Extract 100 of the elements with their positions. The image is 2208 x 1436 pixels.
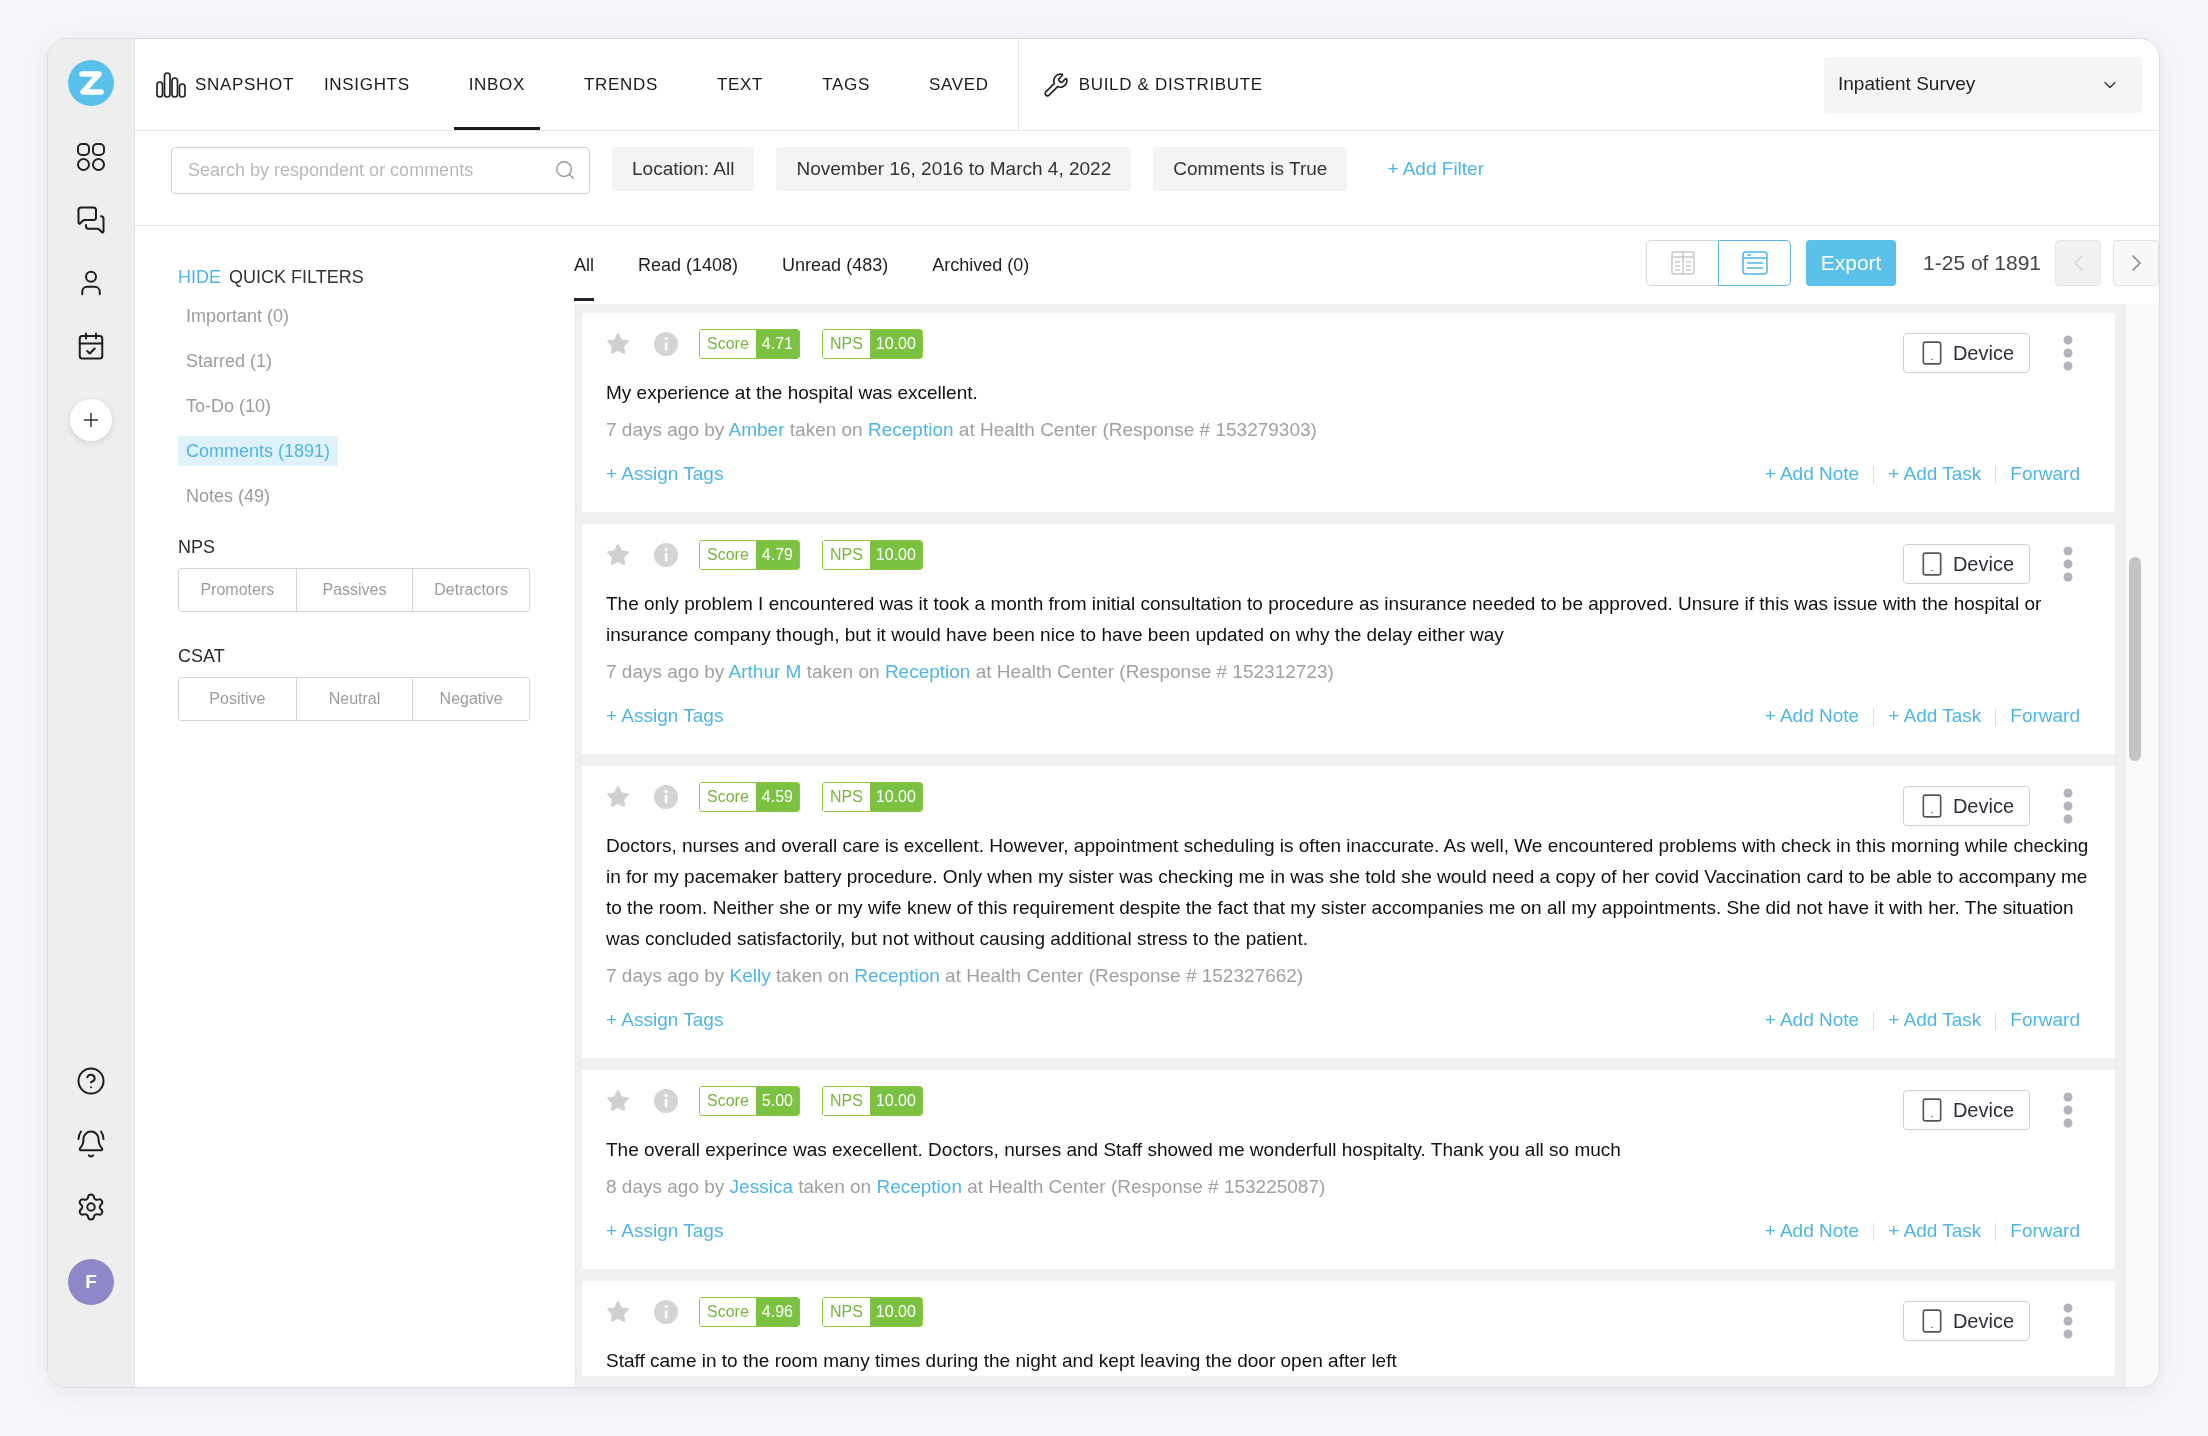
more-options-icon[interactable] — [2063, 788, 2073, 824]
info-icon[interactable] — [654, 1300, 678, 1324]
help-icon[interactable] — [76, 1066, 106, 1096]
add-button[interactable] — [70, 399, 112, 441]
respondent-link[interactable]: Kelly — [729, 965, 771, 986]
quick-filter-item[interactable]: Notes (49) — [178, 481, 279, 511]
next-page-button[interactable] — [2113, 240, 2159, 286]
nav-tab[interactable]: TEXT — [702, 39, 779, 130]
nav-tab[interactable]: INSIGHTS — [308, 39, 425, 130]
response-meta: 8 days ago by Jessica taken on Reception at Health Center (Response # 153225087) — [606, 1175, 1327, 1199]
forward-link[interactable]: Forward — [2010, 1006, 2080, 1035]
badge-value: 4.96 — [755, 1298, 799, 1326]
channel-link[interactable]: Reception — [868, 419, 954, 440]
filter-chip[interactable]: Comments is True — [1153, 147, 1348, 191]
bell-icon[interactable] — [76, 1129, 106, 1159]
add-note-link[interactable]: + Add Note — [1764, 1006, 1860, 1035]
forward-link[interactable]: Forward — [2010, 702, 2080, 731]
badge-value: 10.00 — [869, 783, 922, 811]
add-task-link[interactable]: + Add Task — [1888, 1217, 1982, 1246]
star-icon[interactable] — [606, 543, 630, 567]
quick-filter-item[interactable]: Comments (1891) — [178, 436, 339, 466]
survey-dropdown[interactable]: Inpatient Survey — [1824, 56, 2142, 113]
info-icon[interactable] — [654, 332, 678, 356]
filter-chip[interactable]: Location: All — [612, 147, 755, 191]
star-icon[interactable] — [606, 332, 630, 356]
export-button[interactable]: Export — [1806, 240, 1897, 286]
segment-button[interactable]: Negative — [412, 678, 529, 720]
filter-chip[interactable]: November 16, 2016 to March 4, 2022 — [776, 147, 1132, 191]
wrench-icon — [1042, 71, 1069, 98]
respondent-link[interactable]: Amber — [728, 419, 785, 440]
response-meta: 7 days ago by Kelly taken on Reception at Health Center (Response # 152327662) — [606, 964, 1305, 988]
respondent-link[interactable]: Arthur M — [728, 661, 802, 682]
forward-link[interactable]: Forward — [2010, 460, 2080, 489]
more-options-icon[interactable] — [2063, 1092, 2073, 1128]
forward-link[interactable]: Forward — [2010, 1217, 2080, 1246]
device-button[interactable]: Device — [1903, 333, 2030, 373]
info-icon[interactable] — [654, 543, 678, 567]
assign-tags-link[interactable]: + Assign Tags — [606, 1217, 724, 1246]
read-status-tab[interactable]: Unread (483) — [782, 226, 889, 301]
list-view-icon — [1741, 251, 1768, 275]
quick-filter-item[interactable]: Starred (1) — [178, 346, 281, 376]
search-icon — [554, 159, 576, 181]
add-task-link[interactable]: + Add Task — [1888, 1006, 1982, 1035]
device-button[interactable]: Device — [1903, 1301, 2030, 1341]
chat-bubbles-icon[interactable] — [76, 205, 106, 235]
info-icon[interactable] — [654, 1089, 678, 1113]
nav-tab[interactable]: INBOX — [453, 39, 540, 130]
build-distribute-link[interactable]: BUILD & DISTRIBUTE — [1018, 39, 1263, 130]
assign-tags-link[interactable]: + Assign Tags — [606, 460, 724, 489]
add-filter-link[interactable]: + Add Filter — [1387, 147, 1484, 191]
read-status-tab[interactable]: All — [574, 226, 594, 301]
user-avatar[interactable]: F — [68, 1259, 114, 1305]
channel-link[interactable]: Reception — [854, 965, 940, 986]
device-button[interactable]: Device — [1903, 786, 2030, 826]
view-toggle-button[interactable] — [1646, 240, 1720, 286]
device-button[interactable]: Device — [1903, 544, 2030, 584]
more-options-icon[interactable] — [2063, 546, 2073, 582]
channel-link[interactable]: Reception — [876, 1176, 962, 1197]
search-field[interactable]: Search by respondent or comments — [171, 147, 590, 194]
read-status-tab[interactable]: Archived (0) — [932, 226, 1030, 301]
nav-tab[interactable]: SNAPSHOT — [141, 39, 294, 130]
section-label: NPS — [178, 535, 216, 559]
star-icon[interactable] — [606, 1300, 630, 1324]
add-note-link[interactable]: + Add Note — [1764, 460, 1860, 489]
info-icon[interactable] — [654, 785, 678, 809]
quick-filter-item[interactable]: To-Do (10) — [178, 391, 280, 421]
calendar-check-icon[interactable] — [76, 331, 106, 361]
section-label: CSAT — [178, 644, 226, 668]
add-task-link[interactable]: + Add Task — [1888, 702, 1982, 731]
assign-tags-link[interactable]: + Assign Tags — [606, 1006, 724, 1035]
logo-icon[interactable] — [68, 60, 114, 106]
star-icon[interactable] — [606, 785, 630, 809]
quick-filter-item[interactable]: Important (0) — [178, 301, 298, 331]
settings-icon[interactable] — [76, 1192, 106, 1222]
comment-text: My experience at the hospital was excellent. — [606, 381, 979, 405]
segment-button[interactable]: Detractors — [412, 569, 529, 611]
add-note-link[interactable]: + Add Note — [1764, 1217, 1860, 1246]
read-status-tab[interactable]: Read (1408) — [638, 226, 739, 301]
grid-icon[interactable] — [76, 142, 106, 172]
add-note-link[interactable]: + Add Note — [1764, 702, 1860, 731]
pagination-range: 1-25 of 1891 — [1923, 250, 2041, 277]
channel-link[interactable]: Reception — [884, 661, 971, 682]
nav-tab[interactable]: TAGS — [807, 39, 885, 130]
more-options-icon[interactable] — [2063, 1303, 2073, 1339]
respondent-link[interactable]: Jessica — [729, 1176, 793, 1197]
scrollbar-thumb[interactable] — [2129, 557, 2141, 761]
response-meta: 7 days ago by Arthur M taken on Reception at Health Center (Response # 152312723) — [606, 660, 1335, 684]
view-toggle-button[interactable] — [1718, 240, 1792, 286]
assign-tags-link[interactable]: + Assign Tags — [606, 702, 724, 731]
star-icon[interactable] — [606, 1089, 630, 1113]
nav-tab[interactable]: SAVED — [913, 39, 1004, 130]
add-task-link[interactable]: + Add Task — [1888, 460, 1982, 489]
device-button[interactable]: Device — [1903, 1090, 2030, 1130]
comment-text: Staff came in to the room many times during the night and kept leaving the door open after left — [606, 1349, 1398, 1373]
nav-tab[interactable]: TRENDS — [569, 39, 673, 130]
quick-filters-title: QUICK FILTERS — [229, 265, 364, 289]
badge-value: 10.00 — [869, 541, 922, 569]
more-options-icon[interactable] — [2063, 335, 2073, 371]
badge-value: 10.00 — [869, 1087, 922, 1115]
hide-link[interactable]: HIDE — [178, 263, 221, 291]
